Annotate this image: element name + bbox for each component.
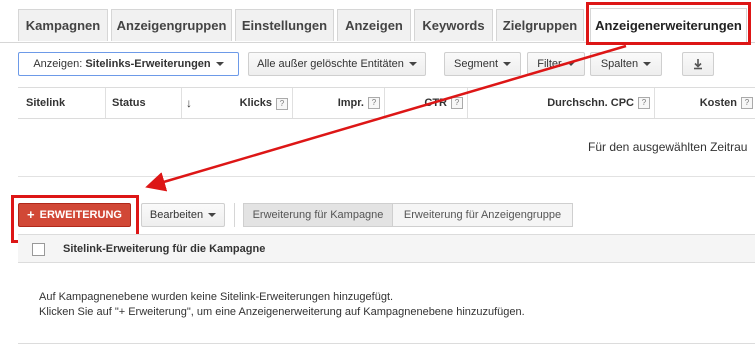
highlight-box-tab [586,2,751,45]
divider [18,343,755,344]
chevron-down-icon [215,62,224,66]
segment-campaign-extension[interactable]: Erweiterung für Kampagne [243,203,393,227]
segment-label: Segment [453,58,499,70]
col-cpc[interactable]: Durchschn. CPC? [472,88,650,118]
col-sitelink[interactable]: Sitelink [26,88,65,118]
view-select-label: Anzeigen: Sitelinks-Erweiterungen [33,58,211,70]
col-klicks[interactable]: ↓ Klicks? [186,88,288,118]
help-icon[interactable]: ? [276,97,288,110]
tab-anzeigen[interactable]: Anzeigen [337,9,411,41]
col-klicks-label: Klicks [239,96,272,109]
table-header: Sitelink Status ↓ Klicks? Impr.? CTR? Du… [18,87,755,119]
col-impr-label: Impr. [337,97,364,109]
filter-label: Filter [537,58,562,70]
tab-anzeigengruppen[interactable]: Anzeigengruppen [111,9,232,41]
download-button[interactable] [682,52,714,76]
col-divider [384,88,385,118]
campaign-section-header: Sitelink-Erweiterung für die Kampagne [18,234,755,263]
download-icon [694,59,702,70]
edit-button[interactable]: Bearbeiten [141,203,225,227]
col-cpc-label: Durchschn. CPC [547,97,634,109]
campaign-message-line1: Auf Kampagnenebene wurden keine Sitelink… [39,291,394,303]
help-icon[interactable]: ? [451,97,463,109]
view-select[interactable]: Anzeigen: Sitelinks-Erweiterungen [18,52,239,76]
empty-message: Für den ausgewählten Zeitrau [588,140,748,154]
chevron-down-icon [643,62,652,66]
chevron-down-icon [408,62,417,66]
table-empty-row: Für den ausgewählten Zeitrau [18,118,755,177]
col-divider [654,88,655,118]
entity-filter-button[interactable]: Alle außer gelöschte Entitäten [248,52,426,76]
tab-zielgruppen[interactable]: Zielgruppen [496,9,584,41]
col-kosten-label: Kosten [699,97,737,109]
toolbar-divider [234,203,235,227]
chevron-down-icon [208,213,217,217]
tab-keywords[interactable]: Keywords [414,9,493,41]
sort-arrow-down-icon: ↓ [186,96,192,110]
col-ctr-label: CTR [424,97,447,109]
help-icon[interactable]: ? [741,97,753,109]
entity-filter-label: Alle außer gelöschte Entitäten [257,58,404,70]
tab-kampagnen[interactable]: Kampagnen [18,9,108,41]
edit-label: Bearbeiten [149,209,204,221]
campaign-message-line2: Klicken Sie auf "+ Erweiterung", um eine… [39,306,525,318]
col-impr[interactable]: Impr.? [297,88,380,118]
col-kosten[interactable]: Kosten? [659,88,755,118]
columns-label: Spalten [600,58,639,70]
segment-adgroup-extension[interactable]: Erweiterung für Anzeigengruppe [393,203,573,227]
columns-button[interactable]: Spalten [590,52,662,76]
help-icon[interactable]: ? [368,97,380,109]
col-divider [292,88,293,118]
col-ctr[interactable]: CTR? [389,88,463,118]
filter-button[interactable]: Filter [527,52,585,76]
campaign-section-title: Sitelink-Erweiterung für die Kampagne [63,242,266,255]
col-divider [181,88,182,118]
segment-button[interactable]: Segment [444,52,521,76]
help-icon[interactable]: ? [638,97,650,109]
tab-einstellungen[interactable]: Einstellungen [235,9,334,41]
col-divider [467,88,468,118]
col-divider [105,88,106,118]
select-all-checkbox[interactable] [32,243,45,256]
chevron-down-icon [503,62,512,66]
chevron-down-icon [566,62,575,66]
col-status[interactable]: Status [112,88,146,118]
